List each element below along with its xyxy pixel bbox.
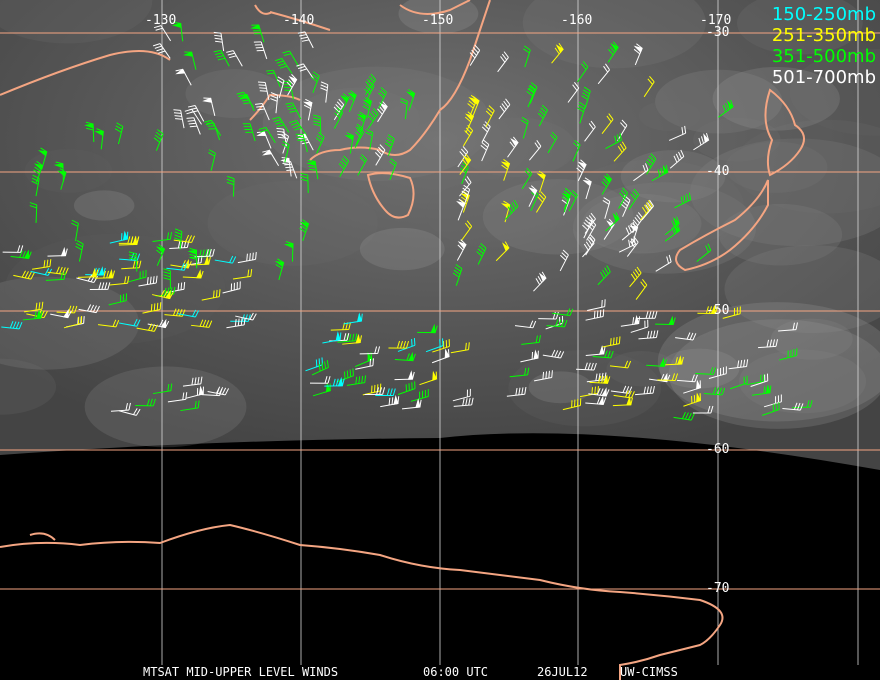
lat-label-50: -50 — [706, 303, 730, 318]
lat-label-70: -70 — [706, 581, 730, 596]
lon-label-160: -160 — [561, 13, 593, 28]
pressure-level-legend: 150-250mb 251-350mb 351-500mb 501-700mb — [772, 4, 876, 88]
cloud-patch — [294, 87, 420, 151]
cloud-patch — [359, 227, 445, 271]
caption-source: UW-CIMSS — [620, 665, 678, 679]
legend-entry-251-350: 251-350mb — [771, 25, 876, 46]
cloud-patch — [528, 371, 593, 404]
legend-entry-501-700: 501-700mb — [771, 67, 876, 88]
legend-entry-351-500: 351-500mb — [771, 46, 876, 67]
legend-entry-150-250: 150-250mb — [771, 4, 876, 25]
lon-label-150: -150 — [422, 13, 454, 28]
cloud-patch — [725, 141, 828, 193]
lat-label-40: -40 — [706, 164, 730, 179]
coastline-antarctica — [0, 523, 724, 680]
cloud-patch — [4, 233, 226, 345]
cloud-patch — [73, 190, 135, 221]
caption-date: 26JUL12 — [537, 665, 588, 679]
satellite-wind-map: -130 -140 -150 -160 -170 -30 -40 -50 -60… — [0, 0, 880, 680]
caption-time: 06:00 UTC — [423, 665, 489, 679]
lat-label-30: -30 — [706, 25, 730, 40]
lon-label-130: -130 — [145, 13, 177, 28]
map-canvas — [0, 0, 880, 680]
cloud-patch — [718, 203, 843, 266]
lat-label-60: -60 — [706, 442, 730, 457]
cloud-patch — [456, 117, 577, 178]
lon-label-140: -140 — [283, 13, 315, 28]
cloud-patch — [185, 69, 284, 118]
cloud-patch — [638, 100, 701, 132]
cloud-patch — [84, 366, 247, 448]
caption-bar: MTSAT MID-UPPER LEVEL WINDS 06:00 UTC 26… — [0, 665, 880, 679]
caption-product: MTSAT MID-UPPER LEVEL WINDS — [143, 665, 339, 679]
